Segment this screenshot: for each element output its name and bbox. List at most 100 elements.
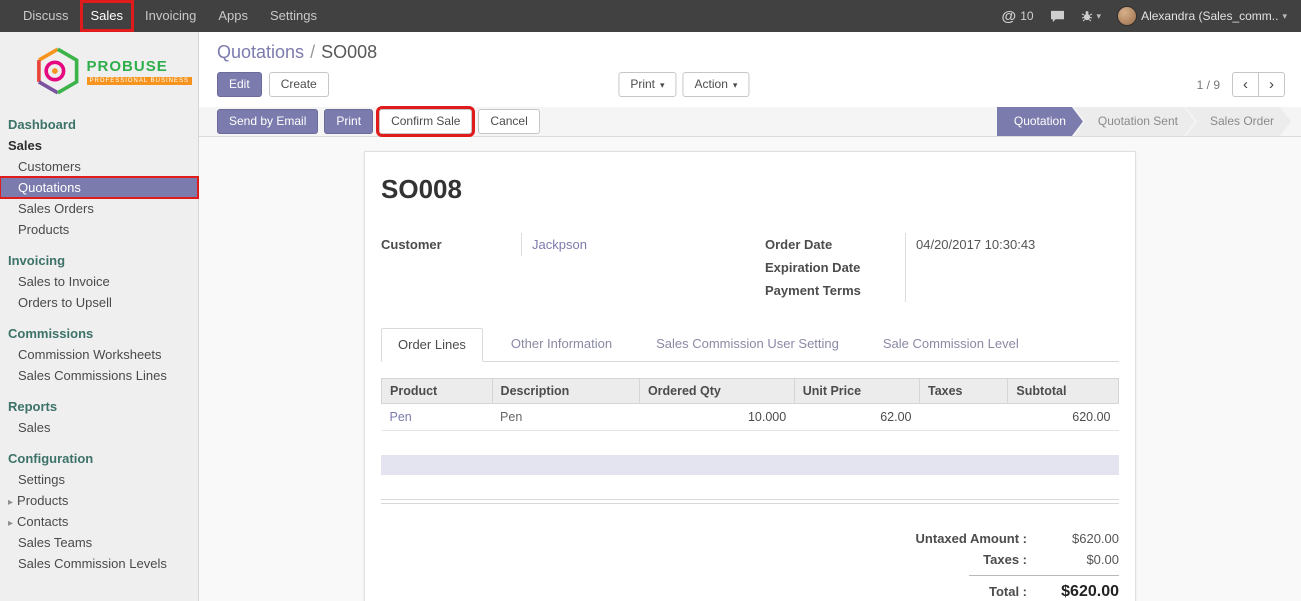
order-date-value: 04/20/2017 10:30:43 (905, 233, 1119, 256)
sidebar-item-quotations[interactable]: Quotations (0, 177, 198, 198)
order-date-label: Order Date (765, 233, 905, 256)
menu-header-sales[interactable]: Sales (0, 135, 198, 156)
field-group: Customer Jackpson Order Date 04/20/2017 … (381, 233, 1119, 302)
sidebar-item-sales-orders[interactable]: Sales Orders (0, 198, 198, 219)
page-title: SO008 (381, 174, 1119, 205)
col-product: Product (382, 379, 493, 404)
col-unit-price: Unit Price (794, 379, 919, 404)
sidebar-menu: Dashboard Sales Customers Quotations Sal… (0, 114, 198, 574)
menu-header-invoicing[interactable]: Invoicing (0, 250, 198, 271)
breadcrumb-current: SO008 (321, 42, 377, 62)
app-menu: Discuss Sales Invoicing Apps Settings (0, 0, 328, 32)
cancel-button[interactable]: Cancel (478, 109, 539, 134)
sidebar-item-sales-commissions-lines[interactable]: Sales Commissions Lines (0, 365, 198, 386)
send-by-email-button[interactable]: Send by Email (217, 109, 318, 134)
chevron-down-icon: ▾ (733, 80, 738, 90)
app-settings[interactable]: Settings (259, 0, 328, 32)
sidebar-item-sales-commission-levels[interactable]: Sales Commission Levels (0, 553, 198, 574)
edit-button[interactable]: Edit (217, 72, 262, 97)
messages-counter[interactable]: @ 10 (1002, 8, 1034, 25)
breadcrumb-separator: / (310, 42, 315, 62)
confirm-sale-button[interactable]: Confirm Sale (379, 109, 472, 134)
payment-terms-label: Payment Terms (765, 279, 905, 302)
cell-taxes (919, 404, 1007, 431)
probuse-logo-icon (36, 46, 80, 96)
untaxed-amount-label: Untaxed Amount : (857, 531, 1027, 546)
messages-count: 10 (1020, 9, 1033, 23)
sidebar-item-sales-report[interactable]: Sales (0, 417, 198, 438)
bug-menu-button[interactable]: ▾ (1081, 10, 1102, 22)
statusbar: Quotation Quotation Sent Sales Order (997, 107, 1291, 136)
menu-header-configuration[interactable]: Configuration (0, 448, 198, 469)
cell-unit-price: 62.00 (794, 404, 919, 431)
control-panel-buttons: Edit Create Print▾ Action ▾ 1 / 9 ‹ › (199, 65, 1301, 107)
menu-header-commissions[interactable]: Commissions (0, 323, 198, 344)
taxes-value: $0.00 (1041, 552, 1119, 567)
section-separator (381, 499, 1119, 504)
print-dropdown[interactable]: Print▾ (618, 72, 676, 97)
total-value: $620.00 (1041, 583, 1119, 601)
pager-count: 1 / 9 (1197, 78, 1220, 92)
print-button[interactable]: Print (324, 109, 373, 134)
col-taxes: Taxes (919, 379, 1007, 404)
status-sales-order[interactable]: Sales Order (1186, 107, 1291, 136)
chat-button[interactable] (1050, 10, 1065, 23)
chat-icon (1050, 10, 1065, 23)
avatar (1117, 6, 1137, 26)
sidebar-item-customers[interactable]: Customers (0, 156, 198, 177)
chevron-down-icon: ▾ (660, 80, 665, 90)
col-subtotal: Subtotal (1008, 379, 1119, 404)
action-dropdown-label: Action (695, 77, 728, 91)
cell-subtotal: 620.00 (1008, 404, 1119, 431)
menu-header-reports[interactable]: Reports (0, 396, 198, 417)
taxes-label: Taxes : (857, 552, 1027, 567)
sidebar-item-contacts[interactable]: ▸Contacts (0, 511, 198, 532)
sidebar-item-label: Products (17, 493, 68, 508)
expiration-date-value (905, 256, 1119, 279)
probuse-logo: PROBUSE PROFESSIONAL BUSINESS (0, 32, 198, 104)
col-description: Description (492, 379, 639, 404)
app-apps[interactable]: Apps (207, 0, 259, 32)
app-invoicing[interactable]: Invoicing (134, 0, 207, 32)
chevron-right-icon: ▸ (8, 518, 13, 529)
sidebar-item-sales-to-invoice[interactable]: Sales to Invoice (0, 271, 198, 292)
chevron-right-icon: ▸ (8, 497, 13, 508)
systray: @ 10 ▾ Alexandra (Sales_comm.. ▾ (1002, 0, 1301, 32)
create-button[interactable]: Create (269, 72, 329, 97)
pager: 1 / 9 ‹ › (1197, 72, 1285, 97)
action-dropdown[interactable]: Action ▾ (683, 72, 750, 97)
tab-other-information[interactable]: Other Information (495, 328, 628, 362)
breadcrumb: Quotations / SO008 (199, 32, 1301, 65)
pager-prev-button[interactable]: ‹ (1232, 72, 1259, 97)
notebook-tabs: Order Lines Other Information Sales Comm… (381, 328, 1119, 362)
tab-sales-commission-user-setting[interactable]: Sales Commission User Setting (640, 328, 855, 362)
sidebar-item-products-config[interactable]: ▸ Products (0, 490, 198, 511)
sidebar-item-sales-teams[interactable]: Sales Teams (0, 532, 198, 553)
app-discuss[interactable]: Discuss (12, 0, 80, 32)
status-quotation[interactable]: Quotation (997, 107, 1083, 136)
screen: Discuss Sales Invoicing Apps Settings @ … (0, 0, 1301, 601)
sidebar-item-products[interactable]: Products (0, 219, 198, 240)
status-quotation-sent[interactable]: Quotation Sent (1074, 107, 1195, 136)
bug-icon (1081, 10, 1093, 22)
user-menu[interactable]: Alexandra (Sales_comm.. ▾ (1117, 6, 1287, 26)
app-sales[interactable]: Sales (80, 0, 135, 32)
logo-subtitle: PROFESSIONAL BUSINESS (87, 77, 192, 85)
order-line-row[interactable]: Pen Pen 10.000 62.00 620.00 (382, 404, 1119, 431)
sidebar-item-settings[interactable]: Settings (0, 469, 198, 490)
sidebar-item-commission-worksheets[interactable]: Commission Worksheets (0, 344, 198, 365)
tab-sale-commission-level[interactable]: Sale Commission Level (867, 328, 1035, 362)
totals-block: Untaxed Amount : $620.00 Taxes : $0.00 T… (857, 528, 1119, 601)
pager-next-button[interactable]: › (1258, 72, 1285, 97)
payment-terms-value (905, 279, 1119, 302)
breadcrumb-quotations[interactable]: Quotations (217, 42, 304, 62)
menu-header-dashboard[interactable]: Dashboard (0, 114, 198, 135)
order-lines-table: Product Description Ordered Qty Unit Pri… (381, 378, 1119, 431)
sidebar-item-orders-to-upsell[interactable]: Orders to Upsell (0, 292, 198, 313)
cell-description: Pen (492, 404, 639, 431)
empty-line-strip (381, 455, 1119, 475)
customer-value[interactable]: Jackpson (521, 233, 735, 256)
cell-product: Pen (382, 404, 493, 431)
tab-order-lines[interactable]: Order Lines (381, 328, 483, 362)
user-name: Alexandra (Sales_comm.. (1141, 9, 1278, 23)
